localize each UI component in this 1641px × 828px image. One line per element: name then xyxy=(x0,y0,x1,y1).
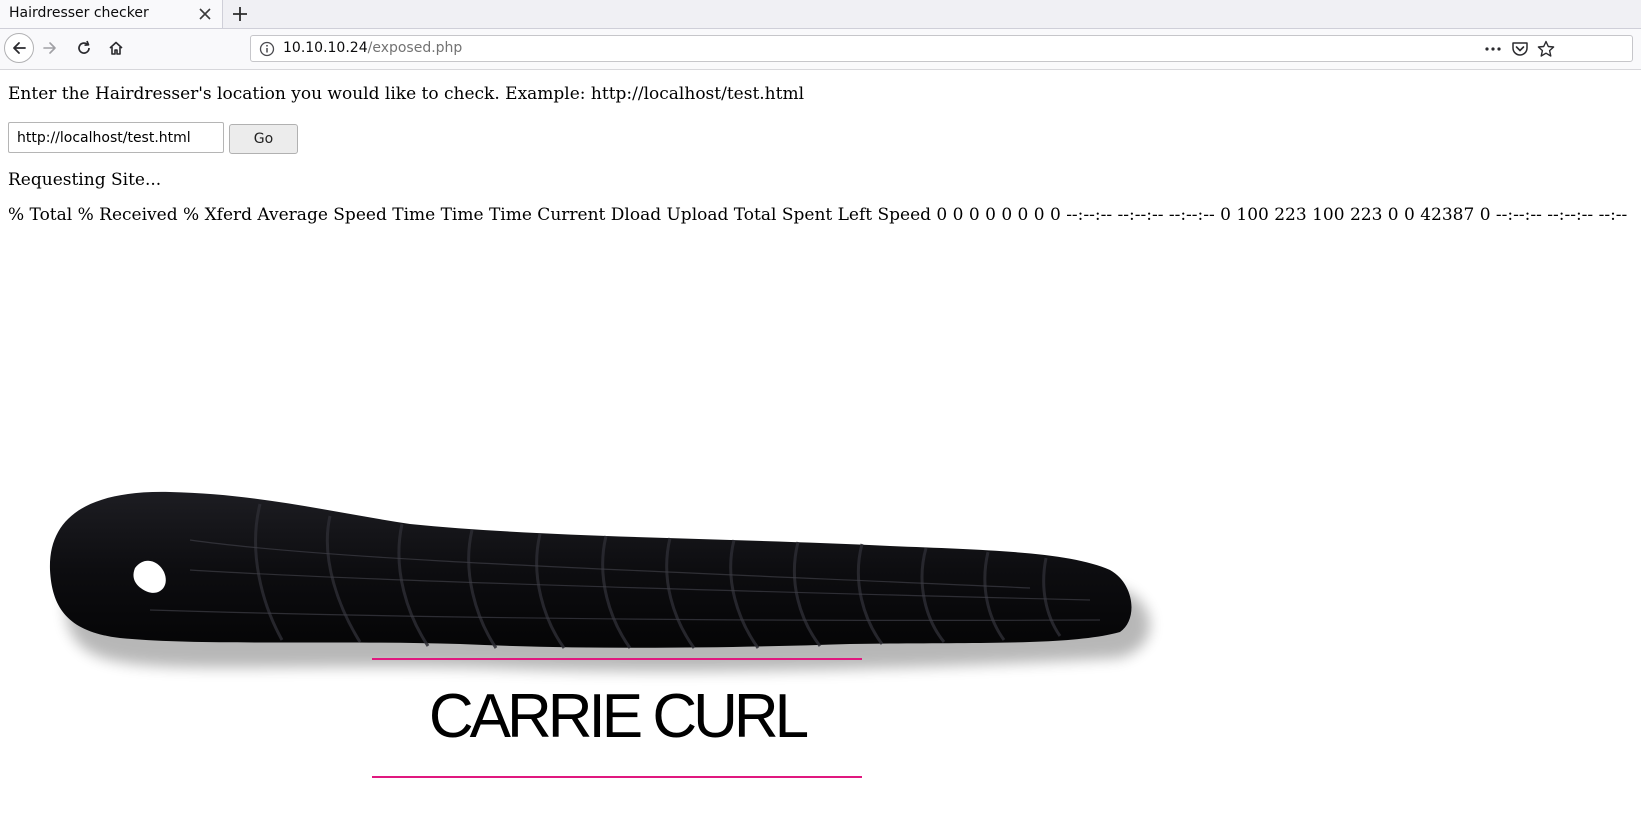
navigation-toolbar: 10.10.10.24/exposed.php xyxy=(0,29,1641,70)
logo-text: CARRIE CURL xyxy=(428,682,809,751)
info-icon[interactable] xyxy=(259,41,275,57)
url-text[interactable]: 10.10.10.24/exposed.php xyxy=(283,40,462,56)
pocket-icon[interactable] xyxy=(1510,40,1530,58)
forward-button[interactable] xyxy=(36,34,66,64)
status-text: Requesting Site... xyxy=(8,170,162,190)
back-arrow-icon xyxy=(13,42,26,54)
url-path: /exposed.php xyxy=(367,40,463,56)
home-icon xyxy=(109,41,123,55)
plus-icon[interactable] xyxy=(230,4,250,24)
carrie-curl-logo: CARRIE CURL xyxy=(372,658,862,780)
tab-title: Hairdresser checker xyxy=(9,5,149,21)
page-content: Enter the Hairdresser's location you wou… xyxy=(0,70,1641,828)
tab-strip: Hairdresser checker xyxy=(0,0,1641,29)
logo-rule-bottom xyxy=(372,776,862,778)
go-button[interactable]: Go xyxy=(229,124,298,154)
reload-button[interactable] xyxy=(70,34,100,64)
curl-output: % Total % Received % Xferd Average Speed… xyxy=(8,205,1628,225)
address-bar[interactable]: 10.10.10.24/exposed.php xyxy=(250,35,1633,62)
prompt-text: Enter the Hairdresser's location you wou… xyxy=(8,84,805,104)
page-actions-icon[interactable] xyxy=(1483,40,1503,58)
back-button[interactable] xyxy=(4,33,34,63)
hairdresser-url-input[interactable] xyxy=(8,122,224,153)
forward-arrow-icon xyxy=(43,42,56,54)
url-host: 10.10.10.24 xyxy=(283,40,368,56)
bookmark-star-icon[interactable] xyxy=(1536,40,1556,58)
logo-rule-top xyxy=(372,658,862,660)
close-icon[interactable] xyxy=(196,5,214,23)
home-button[interactable] xyxy=(102,34,132,64)
browser-tab[interactable]: Hairdresser checker xyxy=(0,0,223,28)
reload-icon xyxy=(78,40,90,54)
